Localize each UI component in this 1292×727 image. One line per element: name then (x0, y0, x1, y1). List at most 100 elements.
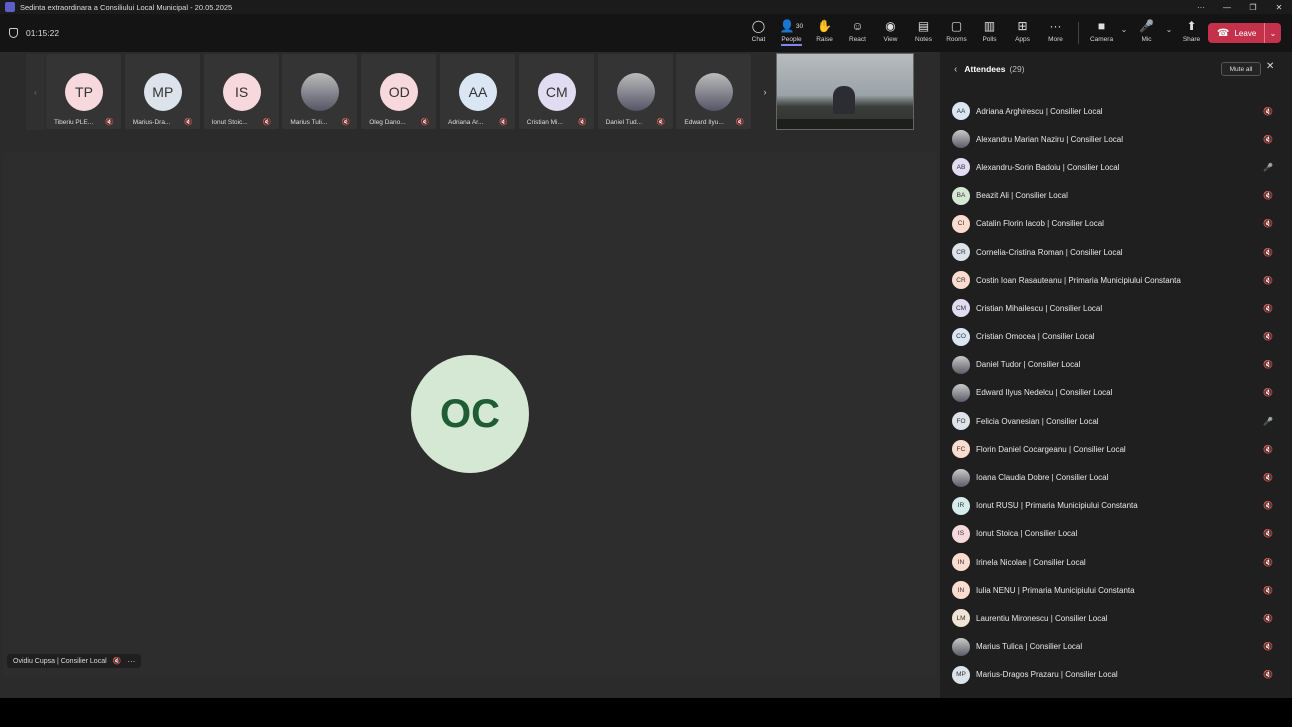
attendee-name: Iulia NENU | Primaria Municipiului Const… (976, 585, 1135, 595)
tool-chat-button[interactable]: ◯ Chat (742, 17, 775, 49)
attendee-avatar: LM (952, 609, 970, 628)
attendee-row[interactable]: IN Iulia NENU | Primaria Municipiului Con… (940, 576, 1292, 604)
leave-options-chevron-icon[interactable]: ⌄ (1264, 23, 1281, 43)
leave-button[interactable]: ☎ Leave ⌄ (1208, 23, 1281, 43)
tool-react-label: React (849, 36, 866, 43)
strip-next-button[interactable]: › (756, 54, 774, 130)
share-icon: ⬆ (1186, 19, 1197, 33)
attendee-row[interactable]: CR Cornelia-Cristina Roman | Consilier Lo… (940, 238, 1292, 266)
tool-raise-button[interactable]: ✋ Raise (808, 17, 841, 49)
mic-button[interactable]: 🎤 Mic (1130, 17, 1163, 49)
mic-off-icon[interactable]: 🔇 (1263, 586, 1273, 595)
phone-hangup-icon: ☎ (1217, 27, 1230, 39)
participant-tile[interactable]: IS Ionut Stoic... 🔇 (203, 54, 279, 129)
attendee-row[interactable]: BA Beazit Ali | Consilier Local 🔇 (940, 182, 1292, 210)
attendee-avatar: CI (952, 214, 970, 233)
mic-off-icon[interactable]: 🔇 (1263, 276, 1273, 285)
tool-rooms-label: Rooms (946, 36, 967, 43)
more-options-icon[interactable]: ··· (1188, 3, 1214, 12)
tool-react-button[interactable]: ☺ React (841, 17, 874, 49)
camera-icon: ■ (1097, 19, 1106, 33)
attendee-row[interactable]: Ioana Claudia Dobre | Consilier Local 🔇 (940, 463, 1292, 491)
title-bar: Sedinta extraordinara a Consiliului Loca… (0, 0, 1292, 14)
attendee-name: Adriana Arghirescu | Consilier Local (976, 106, 1103, 116)
close-panel-icon[interactable]: ✕ (1266, 61, 1274, 72)
mic-off-icon[interactable]: 🔇 (1263, 473, 1273, 482)
mic-on-icon[interactable]: 🎤 (1263, 163, 1273, 172)
tool-polls-button[interactable]: ▥ Polls (973, 17, 1006, 49)
attendee-avatar: BA (952, 186, 970, 205)
attendee-row[interactable]: AB Alexandru-Sorin Badoiu | Consilier Loc… (940, 153, 1292, 181)
mic-off-icon[interactable]: 🔇 (1263, 529, 1273, 538)
tool-people-button[interactable]: 👤 30 People (775, 17, 808, 49)
attendee-row[interactable]: Marius Tulica | Consilier Local 🔇 (940, 633, 1292, 661)
participant-tile[interactable]: TP Tiberiu PLE... 🔇 (46, 54, 121, 129)
attendee-row[interactable]: Daniel Tudor | Consilier Local 🔇 (940, 351, 1292, 379)
tool-notes-button[interactable]: ▤ Notes (907, 17, 940, 49)
mic-off-icon[interactable]: 🔇 (1263, 360, 1273, 369)
strip-prev-button[interactable]: ‹ (26, 54, 45, 130)
meeting-toolbar: 01:15:22 ◯ Chat 👤 30 People ✋ Raise ☺ React ◉ View… (0, 14, 1292, 52)
back-icon[interactable]: ‹ (954, 64, 957, 75)
attendee-row[interactable]: CI Catalin Florin Iacob | Consilier Local… (940, 210, 1292, 238)
participant-avatar: AA (459, 73, 497, 111)
attendee-row[interactable]: CO Cristian Omocea | Consilier Local 🔇 (940, 323, 1292, 351)
camera-button[interactable]: ■ Camera (1085, 17, 1118, 49)
mic-icon: 🎤 (1139, 19, 1154, 33)
mic-off-icon[interactable]: 🔇 (1263, 642, 1273, 651)
attendee-row[interactable]: IR Ionut RUSU | Primaria Municipiului Con… (940, 492, 1292, 520)
mic-off-icon[interactable]: 🔇 (1263, 558, 1273, 567)
participant-tile[interactable]: AA Adriana Ar... 🔇 (440, 54, 515, 129)
attendee-row[interactable]: FO Felicia Ovanesian | Consilier Local 🎤 (940, 407, 1292, 435)
mic-off-icon[interactable]: 🔇 (1263, 614, 1273, 623)
mic-off-icon[interactable]: 🔇 (1263, 248, 1273, 257)
mic-off-icon[interactable]: 🔇 (1263, 445, 1273, 454)
attendee-row[interactable]: CR Costin Ioan Rasauteanu | Primaria Muni… (940, 266, 1292, 294)
mic-options-chevron-icon[interactable]: ⌄ (1163, 9, 1175, 49)
meeting-stage: ‹ TP Tiberiu PLE... 🔇 MP Marius-Dra... 🔇 IS Ion… (0, 52, 940, 698)
mic-off-icon[interactable]: 🔇 (1263, 332, 1273, 341)
mic-off-icon[interactable]: 🔇 (1263, 304, 1273, 313)
chat-icon: ◯ (752, 17, 765, 35)
participant-tile[interactable]: Marius Tuli... 🔇 (282, 54, 358, 129)
mic-off-icon[interactable]: 🔇 (1263, 191, 1273, 200)
tool-view-button[interactable]: ◉ View (874, 17, 907, 49)
attendee-row[interactable]: Alexandru Marian Naziru | Consilier Loca… (940, 125, 1292, 153)
mic-off-icon[interactable]: 🔇 (1263, 135, 1273, 144)
participant-tile[interactable]: Edward Ilyu... 🔇 (676, 54, 752, 129)
mic-off-icon[interactable]: 🔇 (1263, 388, 1273, 397)
participant-tile[interactable]: Daniel Tud... 🔇 (597, 54, 673, 129)
minimize-icon[interactable]: — (1214, 3, 1240, 12)
attendee-avatar: CR (952, 243, 970, 262)
camera-options-chevron-icon[interactable]: ⌄ (1118, 9, 1130, 49)
participant-tile[interactable]: OD Oleg Dano... 🔇 (361, 54, 437, 129)
mic-off-icon[interactable]: 🔇 (1263, 107, 1273, 116)
mic-off-icon[interactable]: 🔇 (1263, 501, 1273, 510)
attendee-row[interactable]: IS Ionut Stoica | Consilier Local 🔇 (940, 520, 1292, 548)
participant-tile[interactable]: MP Marius-Dra... 🔇 (124, 54, 200, 129)
attendee-row[interactable]: MP Marius-Dragos Prazaru | Consilier Loca… (940, 661, 1292, 689)
attendee-row[interactable]: Edward Ilyus Nedelcu | Consilier Local 🔇 (940, 379, 1292, 407)
participant-tile[interactable]: CM Cristian Mi... 🔇 (518, 54, 594, 129)
attendee-row[interactable]: CM Cristian Mihailescu | Consilier Local 🔇 (940, 294, 1292, 322)
share-button[interactable]: ⬆ Share (1175, 17, 1208, 49)
tool-apps-button[interactable]: ⊞ Apps (1006, 17, 1039, 49)
close-window-icon[interactable]: ✕ (1266, 3, 1292, 12)
tool-more-button[interactable]: ··· More (1039, 17, 1072, 49)
mute-all-button[interactable]: Mute all (1221, 62, 1261, 76)
speaker-more-icon[interactable]: ··· (127, 657, 135, 666)
tool-rooms-button[interactable]: ▢ Rooms (940, 17, 973, 49)
attendee-row[interactable]: IN Irinela Nicolae | Consilier Local 🔇 (940, 548, 1292, 576)
maximize-icon[interactable]: ❐ (1240, 3, 1266, 12)
mic-on-icon[interactable]: 🎤 (1263, 417, 1273, 426)
attendee-row[interactable]: AA Adriana Arghirescu | Consilier Local 🔇 (940, 97, 1292, 125)
view-icon: ◉ (885, 17, 895, 35)
attendee-row[interactable]: LM Laurentiu Mironescu | Consilier Local 🔇 (940, 604, 1292, 632)
attendee-row[interactable]: FC Florin Daniel Cocargeanu | Consilier L… (940, 435, 1292, 463)
attendee-avatar (952, 383, 970, 402)
mic-off-icon[interactable]: 🔇 (1263, 219, 1273, 228)
mic-off-icon[interactable]: 🔇 (1263, 670, 1273, 679)
mic-off-icon: 🔇 (112, 658, 122, 665)
attendee-name: Catalin Florin Iacob | Consilier Local (976, 219, 1104, 229)
room-video-feed[interactable] (776, 53, 914, 130)
